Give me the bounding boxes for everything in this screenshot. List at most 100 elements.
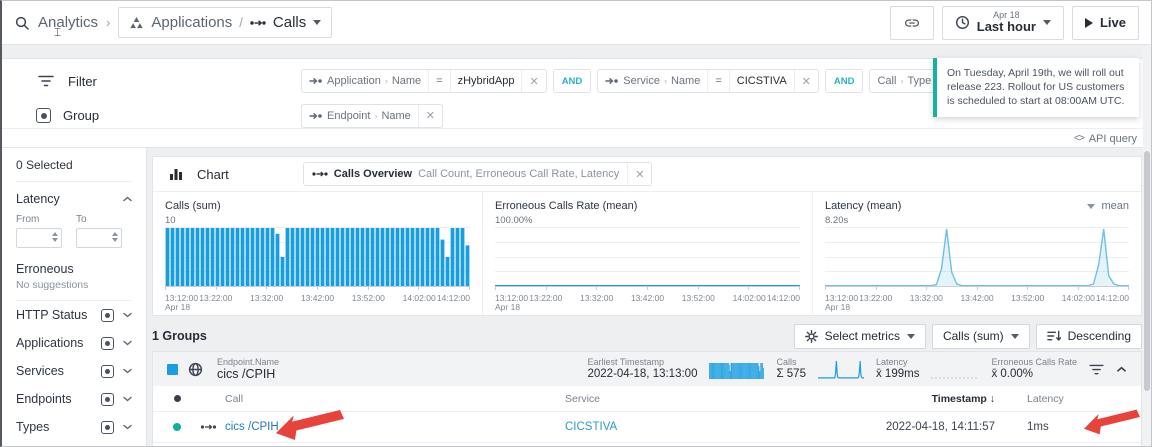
- x-tick-label: 14:12:00: [1095, 293, 1129, 303]
- facet-label: HTTP Status: [16, 308, 88, 322]
- column-call[interactable]: Call: [225, 393, 565, 405]
- erroneous-metric: Erroneous Calls Rate x̄ 0.00%: [991, 357, 1077, 381]
- gear-icon: [804, 329, 818, 343]
- x-axis-labels: 13:12:00 13:22:00 13:32:00 13:42:00 13:52:00…: [825, 291, 1129, 312]
- group-by-icon[interactable]: [101, 420, 114, 434]
- latency-from-input[interactable]: [16, 228, 62, 248]
- sort-metric-button[interactable]: Calls (sum): [931, 323, 1030, 349]
- call-direction-icon: [200, 424, 216, 430]
- erroneous-chart-plot[interactable]: [495, 227, 800, 291]
- play-icon: [1084, 17, 1093, 28]
- annotation-arrow-latency: [1084, 407, 1140, 437]
- chevron-down-icon: [1042, 20, 1051, 25]
- erroneous-section-header[interactable]: Erroneous: [2, 248, 146, 276]
- latency-sparkline: [817, 360, 864, 379]
- column-service[interactable]: Service: [565, 393, 846, 405]
- api-query-row: <> API query: [2, 128, 1151, 148]
- chevron-down-icon: [123, 396, 132, 402]
- erroneous-sparkline: [931, 367, 980, 379]
- x-tick-label: 13:52:00: [1011, 293, 1045, 303]
- aggregation-selector[interactable]: mean: [1087, 200, 1129, 212]
- remove-filter-icon[interactable]: ✕: [521, 70, 545, 92]
- sort-metric-label: Calls (sum): [942, 329, 1004, 343]
- group-by-icon[interactable]: [101, 336, 114, 350]
- filter-chip-service[interactable]: Service › Name = CICSTIVA ✕: [597, 69, 819, 93]
- facet-http-status[interactable]: HTTP Status: [2, 301, 146, 329]
- view-selector-dropdown[interactable]: Applications / Calls: [118, 7, 333, 38]
- remove-chart-icon[interactable]: ✕: [627, 163, 651, 185]
- stepper-icons[interactable]: [52, 232, 58, 242]
- facet-types[interactable]: Types: [2, 413, 146, 441]
- top-header: Analytics › Applications / Calls ⌶ Apr 1…: [2, 1, 1151, 45]
- latency-chart-plot[interactable]: [825, 227, 1129, 291]
- x-tick-label: 13:22:00: [529, 293, 563, 303]
- live-button[interactable]: Live: [1071, 5, 1139, 40]
- service-link[interactable]: CICSTIVA: [565, 421, 846, 433]
- metric-value: 199ms: [884, 367, 920, 380]
- api-query-button[interactable]: <> API query: [1074, 133, 1137, 145]
- filter-label: Filter: [68, 73, 97, 89]
- metric-value: 2022-04-18, 13:13:00: [587, 367, 698, 380]
- group-select-checkbox[interactable]: [167, 363, 178, 375]
- metric-label: Erroneous Calls Rate: [991, 357, 1077, 368]
- and-operator[interactable]: AND: [824, 69, 864, 93]
- remove-group-icon[interactable]: ✕: [417, 104, 442, 127]
- facet-services[interactable]: Services: [2, 357, 146, 385]
- bar-chart-icon: [170, 169, 182, 180]
- group-by-icon[interactable]: [101, 308, 114, 322]
- sort-order-button[interactable]: Descending: [1035, 323, 1142, 349]
- chart-title: Calls (sum): [165, 200, 221, 212]
- and-operator[interactable]: AND: [552, 69, 592, 93]
- x-axis-date-label: Apr 18: [495, 302, 521, 312]
- facet-endpoints[interactable]: Endpoints: [2, 385, 146, 413]
- release-notification-toast: On Tuesday, April 19th, we will roll out…: [933, 58, 1139, 117]
- time-range-button[interactable]: Apr 18 Last hour: [941, 5, 1064, 40]
- tag-arrow-icon: [605, 78, 619, 84]
- column-timestamp[interactable]: Timestamp ↓: [846, 393, 1021, 405]
- groups-count: 1 Groups: [152, 329, 207, 343]
- latency-chart: mean Latency (mean) 8.20s 13:12:00 13:22:…: [812, 192, 1141, 316]
- analytics-screen: Analytics › Applications / Calls ⌶ Apr 1…: [0, 0, 1152, 447]
- column-latency[interactable]: Latency: [1021, 393, 1131, 405]
- filter-chip-application[interactable]: Application › Name = zHybridApp ✕: [301, 69, 547, 93]
- chart-columns: Calls (sum) 10 13:12:00 13:22:00 13:32:00 1…: [153, 192, 1141, 316]
- chip-field: Name: [670, 75, 701, 87]
- x-axis-labels: 13:12:00 13:22:00 13:32:00 13:42:00 13:52:00…: [495, 291, 800, 312]
- chip-separator: ›: [384, 76, 388, 86]
- facet-label: Types: [16, 420, 50, 434]
- x-tick-label: 14:02:00: [1061, 293, 1095, 303]
- calls-chart-plot[interactable]: [165, 227, 470, 291]
- facet-applications[interactable]: Applications: [2, 329, 146, 357]
- sort-descending-icon: [1046, 330, 1061, 341]
- erroneous-chart: Erroneous Calls Rate (mean) 100.00% 13:1…: [482, 192, 812, 316]
- group-by-icon[interactable]: [101, 364, 114, 378]
- chevron-down-icon: [1010, 333, 1019, 339]
- collapse-chevron-up-icon[interactable]: [1116, 366, 1127, 373]
- group-chip-endpoint[interactable]: Endpoint › Name ✕: [301, 103, 443, 128]
- chart-chip-name: Calls Overview: [333, 168, 413, 180]
- latency-section-header[interactable]: Latency: [2, 182, 146, 206]
- y-axis-max-label: 100.00%: [495, 215, 533, 226]
- chip-operator: =: [707, 70, 728, 92]
- group-filter-icon[interactable]: [1089, 364, 1104, 375]
- x-tick-label: 14:02:00: [402, 293, 436, 303]
- facet-technologies[interactable]: Technologies: [2, 441, 146, 446]
- chevron-down-icon: [123, 312, 132, 318]
- chart-chip-detail: Call Count, Erroneous Call Rate, Latency: [418, 168, 620, 180]
- remove-filter-icon[interactable]: ✕: [793, 70, 818, 92]
- select-metrics-button[interactable]: Select metrics: [793, 323, 926, 349]
- x-tick-label: 14:12:00: [436, 293, 470, 303]
- chip-value: zHybridApp: [449, 70, 522, 92]
- latency-to-input[interactable]: [76, 228, 122, 248]
- chart-config-chip[interactable]: Calls Overview Call Count, Erroneous Cal…: [302, 162, 653, 186]
- applications-icon: [130, 16, 144, 28]
- share-link-button[interactable]: [889, 5, 934, 40]
- group-header-row[interactable]: Endpoint.Name cics /CPIH Earliest Timest…: [153, 352, 1141, 386]
- group-dimension-label: Endpoint.Name: [217, 356, 280, 367]
- group-by-icon[interactable]: [101, 392, 114, 406]
- groups-toolbar: 1 Groups Select metrics Calls (sum) Desc…: [152, 323, 1142, 349]
- x-tick-label: 14:12:00: [766, 293, 800, 303]
- scrollbar-thumb[interactable]: [1144, 151, 1150, 391]
- stepper-icons[interactable]: [112, 232, 118, 242]
- breadcrumb-analytics[interactable]: Analytics: [38, 14, 98, 31]
